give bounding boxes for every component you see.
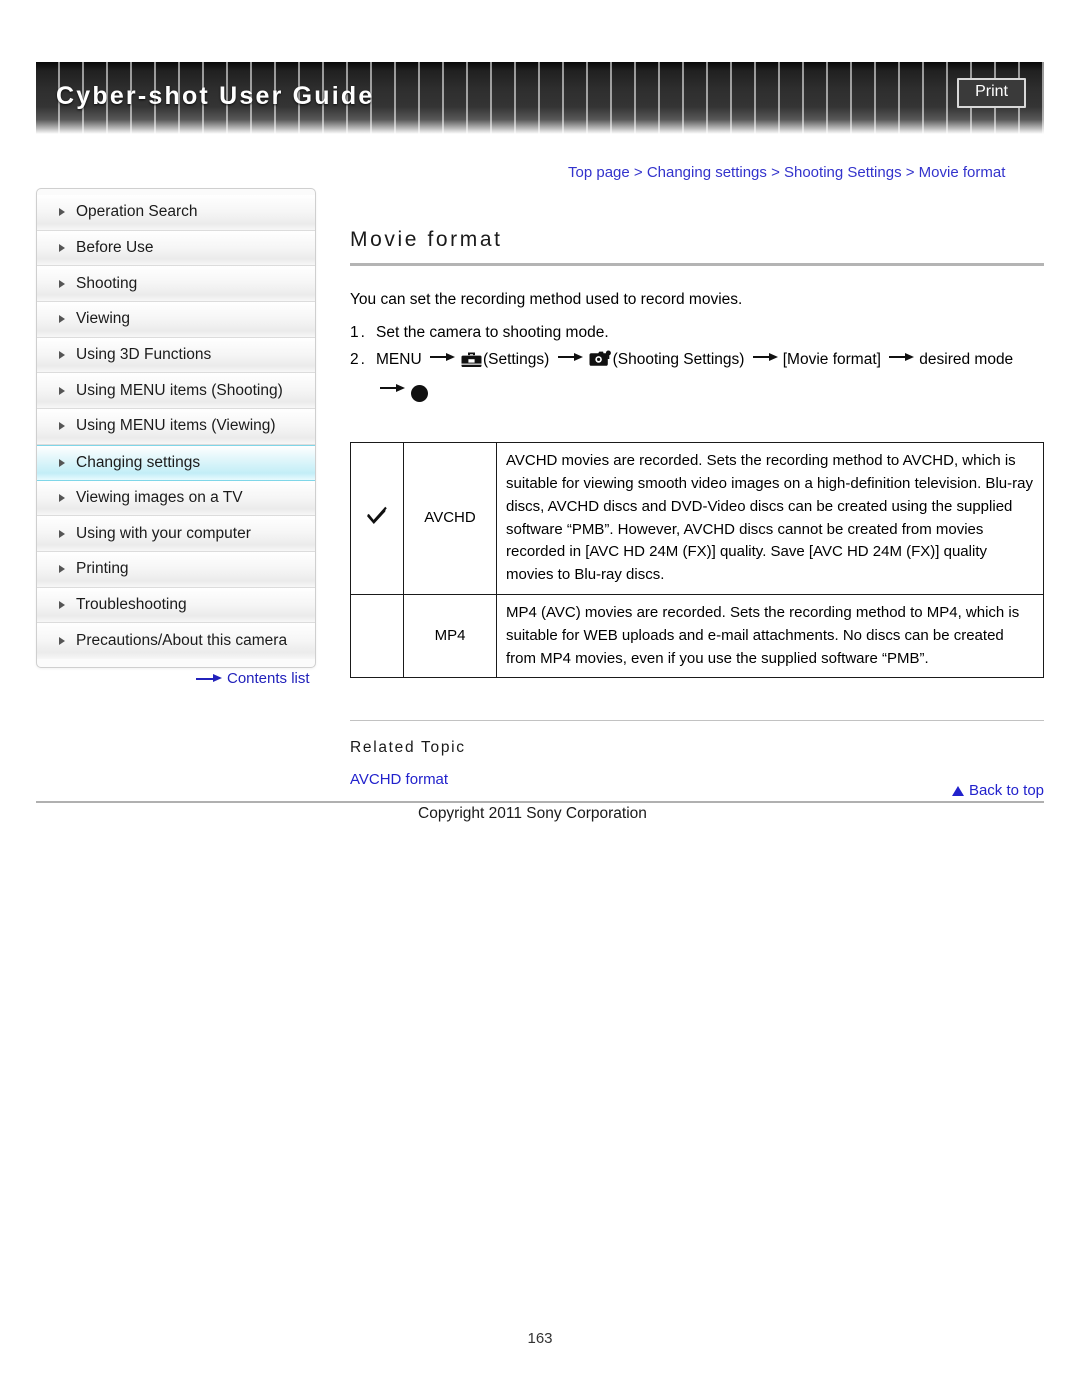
sidebar-item-printing[interactable]: Printing xyxy=(37,551,315,588)
page-number: 163 xyxy=(527,1330,553,1347)
triangle-right-icon xyxy=(59,208,65,217)
step-item: 2. MENU (Settings) (Shooting Settings) [M… xyxy=(350,347,1044,408)
step-text: MENU xyxy=(376,350,422,368)
related-divider xyxy=(350,720,1044,722)
footer-divider xyxy=(36,801,1044,803)
sidebar-item-shooting[interactable]: Shooting xyxy=(37,266,315,303)
title-divider xyxy=(350,263,1044,266)
arrow-right-icon xyxy=(380,383,406,393)
triangle-right-icon xyxy=(59,493,65,502)
sidebar-item-before-use[interactable]: Before Use xyxy=(37,230,315,267)
sidebar-item-label: Printing xyxy=(76,560,129,578)
step-number: 2. xyxy=(350,350,367,368)
related-links: AVCHD format xyxy=(350,771,1044,788)
sidebar-item-label: Shooting xyxy=(76,274,138,292)
mode-label-cell: AVCHD xyxy=(403,442,497,595)
sidebar-item-label: Precautions/About this camera xyxy=(76,632,288,650)
step-text: [Movie format] xyxy=(782,350,881,368)
sidebar-item-label: Viewing xyxy=(76,310,131,328)
mode-label-cell: MP4 xyxy=(403,593,497,679)
sidebar-item-changing-settings[interactable]: Changing settings xyxy=(37,444,315,481)
sidebar-item-precautions-about-this-camera[interactable]: Precautions/About this camera xyxy=(37,623,315,659)
arrow-right-icon xyxy=(196,673,222,685)
triangle-up-icon xyxy=(951,785,964,796)
triangle-right-icon xyxy=(59,529,65,538)
step-text: Set the camera to shooting mode. xyxy=(376,324,609,342)
arrow-right-icon xyxy=(752,352,779,362)
sidebar-item-label: Using MENU items (Viewing) xyxy=(76,417,276,435)
arrow-right-icon xyxy=(429,352,456,362)
default-check-cell xyxy=(350,442,404,595)
sidebar-navigation: Operation Search Before Use Shooting Viewin… xyxy=(36,188,316,668)
camera-settings-icon xyxy=(589,350,612,378)
arrow-right-icon xyxy=(889,352,915,362)
triangle-right-icon xyxy=(59,600,65,609)
filled-circle-icon xyxy=(411,382,428,409)
sidebar-item-label: Troubleshooting xyxy=(76,595,187,613)
sidebar-item-label: Changing settings xyxy=(76,453,201,471)
breadcrumb[interactable]: Top page > Changing settings > Shooting … xyxy=(568,164,1005,181)
default-check-cell xyxy=(350,593,404,679)
step-number: 1. xyxy=(350,324,367,342)
sidebar-item-label: Using 3D Functions xyxy=(76,346,212,364)
steps-list: 1. Set the camera to shooting mode. 2. MEN… xyxy=(350,320,1044,408)
triangle-right-icon xyxy=(59,637,65,646)
triangle-right-icon xyxy=(59,279,65,288)
triangle-right-icon xyxy=(59,422,65,431)
related-topic-heading: Related Topic xyxy=(350,739,466,757)
contents-list-link[interactable]: Contents list xyxy=(196,670,310,687)
check-icon xyxy=(366,505,388,529)
sidebar-item-label: Using with your computer xyxy=(76,524,251,542)
triangle-right-icon xyxy=(59,386,65,395)
mode-description-cell: MP4 (AVC) movies are recorded. Sets the … xyxy=(496,593,1044,679)
sidebar-item-label: Using MENU items (Shooting) xyxy=(76,381,283,399)
sidebar-item-label: Viewing images on a TV xyxy=(76,488,243,506)
sidebar-item-troubleshooting[interactable]: Troubleshooting xyxy=(37,587,315,624)
sidebar-item-label: Operation Search xyxy=(76,203,198,221)
print-button[interactable]: Print xyxy=(957,77,1026,109)
triangle-right-icon xyxy=(59,565,65,574)
table-row: AVCHD AVCHD movies are recorded. Sets the… xyxy=(350,442,1044,595)
back-to-top-label: Back to top xyxy=(968,782,1044,799)
triangle-right-icon xyxy=(59,315,65,324)
related-topic-link[interactable]: AVCHD format xyxy=(350,771,1044,788)
app-title: Cyber-shot User Guide xyxy=(56,81,375,110)
step-item: 1. Set the camera to shooting mode. xyxy=(350,320,1044,347)
related-topic-section: Related Topic AVCHD format xyxy=(350,720,1044,788)
mode-description-cell: AVCHD movies are recorded. Sets the reco… xyxy=(496,442,1044,595)
triangle-right-icon xyxy=(59,351,65,360)
sidebar-item-viewing[interactable]: Viewing xyxy=(37,302,315,338)
arrow-right-icon xyxy=(557,352,584,362)
intro-text: You can set the recording method used to… xyxy=(350,291,743,308)
step-body: MENU (Settings) (Shooting Settings) [Mov… xyxy=(376,347,1044,408)
step-text: (Settings) xyxy=(482,350,550,368)
back-to-top-link[interactable]: Back to top xyxy=(951,782,1044,799)
sidebar-item-using-menu-items-viewing[interactable]: Using MENU items (Viewing) xyxy=(37,409,315,445)
table-row: MP4 MP4 (AVC) movies are recorded. Sets t… xyxy=(350,593,1044,679)
sidebar-item-viewing-images-on-a-tv[interactable]: Viewing images on a TV xyxy=(37,480,315,517)
sidebar-item-label: Before Use xyxy=(76,239,154,257)
sidebar-item-operation-search[interactable]: Operation Search xyxy=(37,195,315,231)
page-title: Movie format xyxy=(350,228,503,251)
step-text: desired mode xyxy=(919,350,1014,368)
copyright-text: Copyright 2011 Sony Corporation xyxy=(418,805,647,822)
header-banner: Cyber-shot User Guide Print xyxy=(36,62,1044,134)
sidebar-item-using-3d-functions[interactable]: Using 3D Functions xyxy=(37,337,315,374)
triangle-right-icon xyxy=(59,244,65,253)
movie-format-table: AVCHD AVCHD movies are recorded. Sets the… xyxy=(350,442,1044,679)
triangle-right-icon xyxy=(59,458,65,467)
step-body: Set the camera to shooting mode. xyxy=(376,320,1044,347)
main-content: Movie format You can set the recording m… xyxy=(350,228,1044,788)
step-text: (Shooting Settings) xyxy=(612,350,745,368)
toolbox-icon xyxy=(461,351,482,378)
sidebar-item-using-with-your-computer[interactable]: Using with your computer xyxy=(37,516,315,552)
contents-list-label: Contents list xyxy=(227,670,310,687)
sidebar-item-using-menu-items-shooting[interactable]: Using MENU items (Shooting) xyxy=(37,373,315,410)
